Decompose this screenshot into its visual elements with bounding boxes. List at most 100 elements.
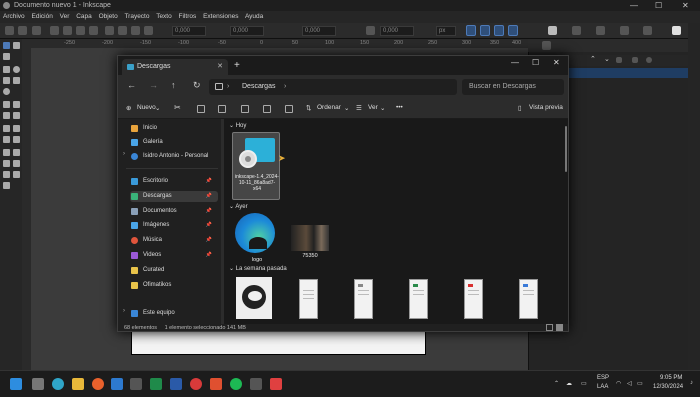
sidebar-item-musica[interactable]: Música 📌 [130, 235, 218, 246]
text-tool-icon[interactable] [13, 112, 20, 119]
chevron-down-icon[interactable]: ⌄ [604, 55, 610, 63]
clock-time[interactable]: 9:05 PM [660, 375, 682, 381]
new-button[interactable]: Nuevo [137, 104, 156, 111]
battery-icon[interactable]: ▭ [637, 380, 643, 387]
raise-icon[interactable] [118, 26, 127, 35]
sidebar-item-documentos[interactable]: Documentos 📌 [130, 206, 218, 217]
file-thumbnail[interactable] [409, 279, 428, 319]
measure-tool-icon[interactable] [3, 171, 10, 178]
sidebar-item-escritorio[interactable]: Escritorio 📌 [130, 176, 218, 187]
close-icon[interactable]: ✕ [682, 0, 689, 11]
raise-top-icon[interactable] [105, 26, 114, 35]
align-icon[interactable] [620, 26, 629, 35]
box3d-tool-icon[interactable] [13, 77, 20, 84]
snap-patterns-icon[interactable] [508, 25, 518, 36]
rect-tool-icon[interactable] [3, 66, 10, 73]
text-font-icon[interactable] [643, 26, 652, 35]
file-explorer-icon[interactable] [72, 378, 84, 390]
ellipse-tool-icon[interactable] [13, 66, 20, 73]
maximize-icon[interactable]: ☐ [655, 0, 662, 11]
task-view-icon[interactable] [32, 378, 44, 390]
star-tool-icon[interactable] [3, 77, 10, 84]
sidebar-item-onedrive[interactable]: Isidro Antonio - Personal [130, 151, 218, 162]
lower-icon[interactable] [131, 26, 140, 35]
deselect-icon[interactable] [32, 26, 41, 35]
app-icon[interactable] [270, 378, 282, 390]
snap-scale-stroke-icon[interactable] [466, 25, 476, 36]
file-thumbnail[interactable] [519, 279, 538, 319]
rename-icon[interactable] [241, 105, 249, 113]
sidebar-item-imagenes[interactable]: Imágenes 📌 [130, 220, 218, 231]
file-item-logo[interactable] [235, 213, 277, 257]
explorer-minimize-icon[interactable]: — [511, 58, 519, 67]
dropper-tool-icon[interactable] [3, 136, 10, 143]
menu-edicion[interactable]: Edición [32, 13, 53, 20]
sidebar-item-videos[interactable]: Videos 📌 [130, 250, 218, 261]
select-all-icon[interactable] [5, 26, 14, 35]
file-thumbnail[interactable] [236, 277, 272, 319]
file-thumbnail[interactable] [354, 279, 373, 319]
back-icon[interactable]: ← [127, 80, 136, 90]
touchpad-icon[interactable]: ▭ [581, 380, 587, 387]
flip-v-icon[interactable] [89, 26, 98, 35]
app-icon[interactable] [210, 378, 222, 390]
copy-icon[interactable] [197, 105, 205, 113]
paint-bucket-tool-icon[interactable] [13, 136, 20, 143]
menu-capa[interactable]: Capa [76, 13, 92, 20]
w-field[interactable]: 0,000 [302, 26, 336, 36]
group-header-hoy[interactable]: ⌄ Hoy [229, 122, 246, 129]
view-button[interactable]: Ver [368, 104, 378, 111]
rotate-cw-icon[interactable] [63, 26, 72, 35]
spray-tool-icon[interactable] [13, 149, 20, 156]
pen-tool-icon[interactable] [3, 101, 10, 108]
address-bar[interactable]: › Descargas › [209, 79, 457, 95]
menu-objeto[interactable]: Objeto [99, 13, 118, 20]
snap-scale-radii-icon[interactable] [480, 25, 490, 36]
calligraphy-tool-icon[interactable] [3, 112, 10, 119]
menu-ver[interactable]: Ver [60, 13, 70, 20]
cut-icon[interactable]: ✂ [174, 103, 181, 112]
menu-filtros[interactable]: Filtros [179, 13, 197, 20]
sidebar-item-curated[interactable]: Curated [130, 265, 218, 276]
edge-icon[interactable] [52, 378, 64, 390]
select-tool-icon[interactable] [3, 42, 10, 49]
new-tab-icon[interactable]: + [234, 59, 240, 73]
menu-texto[interactable]: Texto [156, 13, 172, 20]
forward-icon[interactable]: → [149, 80, 158, 90]
fill-stroke-icon[interactable] [548, 26, 557, 35]
close-tab-icon[interactable]: ✕ [217, 59, 223, 75]
file-thumbnail[interactable] [299, 279, 318, 319]
gradient-tool-icon[interactable] [3, 125, 10, 132]
chevron-up-icon[interactable]: ⌃ [554, 380, 559, 387]
search-input[interactable]: Buscar en Descargas [462, 79, 564, 95]
wifi-icon[interactable]: ◠ [616, 380, 621, 387]
group-header-ayer[interactable]: ⌄ Ayer [229, 203, 248, 210]
paste-icon[interactable] [218, 105, 226, 113]
menu-trayecto[interactable]: Trayecto [124, 13, 149, 20]
flip-h-icon[interactable] [76, 26, 85, 35]
word-icon[interactable] [170, 378, 182, 390]
tab-descargas[interactable]: Descargas ✕ [122, 59, 228, 75]
preview-pane-button[interactable]: Vista previa [529, 104, 563, 111]
address-crumb[interactable]: Descargas [242, 83, 275, 90]
sidebar-item-inicio[interactable]: Inicio [130, 123, 218, 134]
refresh-icon[interactable]: ↻ [193, 80, 201, 91]
group-header-semana-pasada[interactable]: ⌄ La semana pasada [229, 265, 287, 272]
excel-icon[interactable] [150, 378, 162, 390]
sort-button[interactable]: Ordenar [317, 104, 341, 111]
expand-chevron-icon[interactable]: › [123, 151, 125, 157]
clock-date[interactable]: 12/30/2024 [653, 384, 683, 390]
commands-icon[interactable] [672, 26, 681, 35]
sidebar-item-descargas[interactable]: Descargas 📌 [130, 191, 218, 202]
lock-icon[interactable] [366, 26, 375, 35]
language-bottom[interactable]: LAA [597, 384, 608, 390]
pencil-tool-icon[interactable] [13, 101, 20, 108]
language-top[interactable]: ESP [597, 375, 609, 381]
cloud-icon[interactable]: ☁ [566, 380, 572, 387]
x-field[interactable]: 0,000 [172, 26, 206, 36]
file-thumbnail[interactable] [464, 279, 483, 319]
eraser-tool-icon[interactable] [3, 160, 10, 167]
sidebar-item-ofimatikos[interactable]: Ofimatikos [130, 280, 218, 291]
tweak-tool-icon[interactable] [3, 149, 10, 156]
inkscape-icon[interactable] [250, 378, 262, 390]
